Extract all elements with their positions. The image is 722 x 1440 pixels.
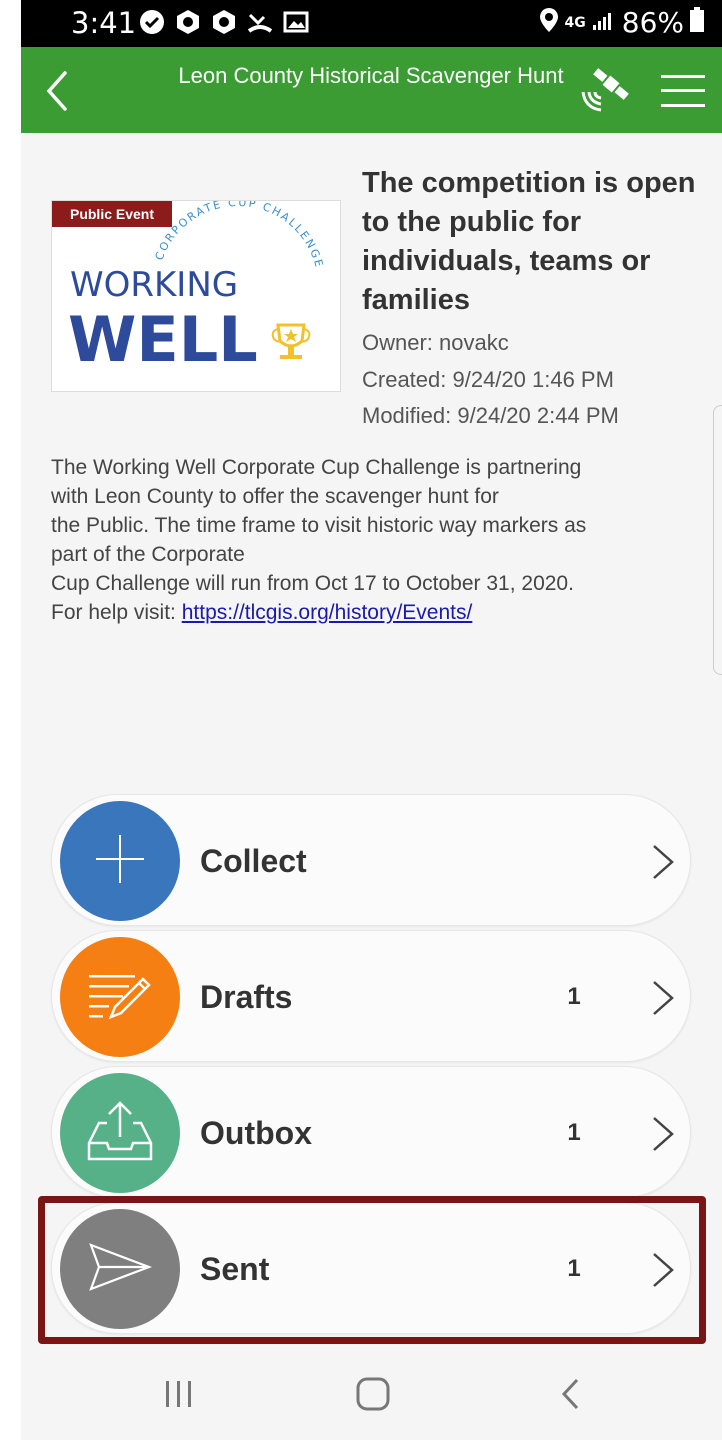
owner-text: Owner: novakc: [362, 330, 509, 355]
drafts-row[interactable]: Drafts 1: [51, 930, 691, 1062]
back-icon: [559, 1377, 583, 1416]
collect-circle: [60, 801, 180, 921]
hamburger-menu-icon: [661, 75, 705, 115]
help-line: For help visit: https://tlcgis.org/histo…: [51, 598, 691, 627]
outbox-row[interactable]: Outbox 1: [51, 1066, 691, 1198]
help-link[interactable]: https://tlcgis.org/history/Events/: [182, 601, 473, 624]
recent-apps-button[interactable]: [157, 1374, 201, 1418]
chevron-right-icon: [650, 843, 676, 881]
outbox-circle: [60, 1073, 180, 1193]
working-well-logo: CORPORATE CUP CHALLENGE WORKING WELL: [68, 201, 326, 376]
notification-icons: [139, 9, 309, 35]
created-text: Created: 9/24/20 1:46 PM: [362, 367, 614, 392]
description-line: the Public. The time frame to visit hist…: [51, 514, 587, 537]
logo-line2: WELL: [68, 303, 258, 376]
logo-line1: WORKING: [70, 265, 238, 305]
chevron-right-icon: [650, 979, 676, 1017]
description-line: The Working Well Corporate Cup Challenge…: [51, 456, 582, 479]
chevron-left-icon: [39, 71, 79, 117]
drafts-label: Drafts: [200, 979, 293, 1015]
outbox-label: Outbox: [200, 1115, 312, 1151]
trophy-icon: [271, 323, 311, 359]
sent-highlight-box: [38, 1196, 706, 1344]
signal-icon: [592, 9, 616, 36]
svg-text:CORPORATE CUP CHALLENGE: CORPORATE CUP CHALLENGE: [153, 201, 326, 270]
public-event-badge: Public Event: [52, 201, 172, 227]
home-button[interactable]: [351, 1374, 395, 1418]
battery-icon: [690, 7, 704, 38]
outbox-upload-icon: [85, 1099, 155, 1168]
status-time: 3:41: [71, 6, 137, 40]
network-type: 4G: [564, 14, 586, 31]
drafts-circle: [60, 937, 180, 1057]
battery-percent: 86%: [621, 6, 684, 39]
pencil-notes-icon: [85, 965, 155, 1030]
survey-thumbnail: CORPORATE CUP CHALLENGE WORKING WELL Pub…: [51, 200, 341, 392]
location-icon: [539, 7, 559, 38]
missed-call-icon: [247, 9, 273, 35]
plus-icon: [90, 829, 150, 894]
modified-text: Modified: 9/24/20 2:44 PM: [362, 403, 619, 428]
description-line: Cup Challenge will run from Oct 17 to Oc…: [51, 572, 574, 595]
description-line: with Leon County to offer the scavenger …: [51, 485, 499, 508]
back-button[interactable]: [39, 69, 79, 113]
satellite-gps-icon: [577, 68, 633, 120]
description-line: part of the Corporate: [51, 543, 245, 566]
app-header: Leon County Historical Scavenger Hunt: [21, 47, 722, 133]
logo-arc-text: CORPORATE CUP CHALLENGE: [153, 201, 324, 270]
home-icon: [355, 1376, 391, 1417]
page-title: Leon County Historical Scavenger Hunt: [178, 63, 564, 88]
drafts-count: 1: [567, 983, 581, 1010]
survey-description: The Working Well Corporate Cup Challenge…: [51, 453, 691, 627]
system-nav-bar: [21, 1350, 722, 1440]
app-notification-icon: [175, 9, 201, 35]
menu-button[interactable]: [661, 71, 705, 111]
phone-screen: 3:41 4G 86% Leon County Historical Scave…: [21, 0, 722, 1440]
collect-label: Collect: [200, 843, 307, 879]
outbox-count: 1: [567, 1119, 581, 1146]
app-notification-icon: [211, 9, 237, 35]
image-icon: [283, 9, 309, 35]
status-bar: 3:41 4G 86%: [21, 0, 722, 47]
collect-row[interactable]: Collect: [51, 794, 691, 926]
check-badge-icon: [139, 9, 165, 35]
recent-apps-icon: [162, 1379, 196, 1414]
gps-button[interactable]: [577, 64, 633, 116]
help-prefix: For help visit:: [51, 601, 182, 624]
survey-title: The competition is open to the public fo…: [362, 167, 696, 316]
status-right: 4G 86%: [539, 6, 704, 39]
chevron-right-icon: [650, 1115, 676, 1153]
edge-panel-handle[interactable]: [713, 405, 722, 675]
system-back-button[interactable]: [549, 1374, 593, 1418]
